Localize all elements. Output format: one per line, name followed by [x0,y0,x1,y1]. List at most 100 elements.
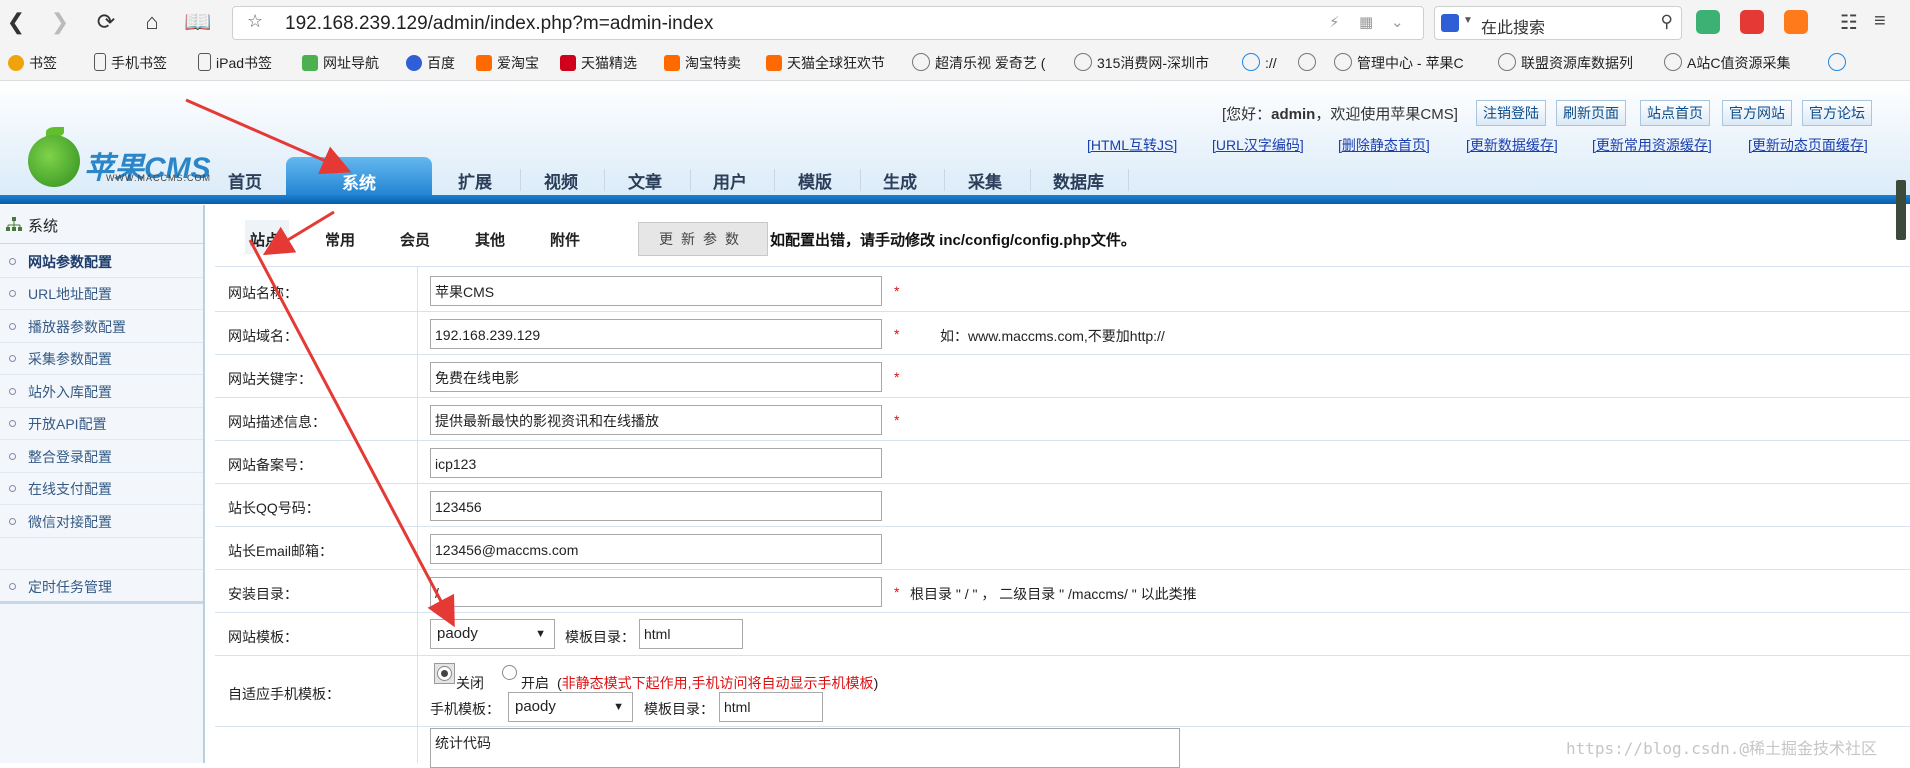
bookmark-item[interactable]: 百度 [406,53,455,73]
qr-icon[interactable]: ▦ [1359,13,1373,31]
bookmark-item[interactable] [1298,53,1321,71]
update-data-cache-link[interactable]: [更新数据缓存] [1466,135,1558,155]
site-qq-input[interactable]: 123456 [430,491,882,521]
globe-icon [912,53,930,71]
nav-tab-database[interactable]: 数据库 [1053,168,1104,193]
caret-down-icon[interactable]: ▼ [1463,15,1473,26]
site-email-input[interactable]: 123456@maccms.com [430,534,882,564]
nav-tab-video[interactable]: 视频 [544,168,578,193]
subtab-member[interactable]: 会员 [400,229,430,250]
site-domain-input[interactable]: 192.168.239.129 [430,319,882,349]
forward-icon[interactable]: ❯ [46,8,74,36]
sidebar-item-wechat-config[interactable]: 微信对接配置 [0,505,203,538]
mobile-off-label: 关闭 [456,675,484,691]
subtab-site[interactable]: 站点 [250,229,280,250]
nav-tab-article[interactable]: 文章 [628,168,662,193]
nav-tab-home[interactable]: 首页 [228,168,262,193]
game-icon[interactable] [1784,10,1808,34]
bookmark-item[interactable]: 联盟资源库数据列 [1498,53,1633,73]
menu-icon[interactable]: ≡ [1874,10,1898,34]
subtab-common[interactable]: 常用 [325,229,355,250]
bookmark-item[interactable]: 管理中心 - 苹果C [1334,53,1464,73]
template-label: 网站模板： [228,629,298,645]
mobile-dir-label: 模板目录： [644,701,714,717]
refresh-page-button[interactable]: 刷新页面 [1556,100,1626,126]
search-box[interactable]: ▼ 在此搜索 ⚲ [1434,6,1682,40]
nav-tab-system[interactable]: 系统 [286,157,432,199]
nav-tab-extension[interactable]: 扩展 [458,168,492,193]
bookmark-item[interactable]: 淘宝特卖 [664,53,741,73]
sidebar-item-player-config[interactable]: 播放器参数配置 [0,310,203,343]
sidebar-item-cron[interactable]: 定时任务管理 [0,569,203,603]
welcome-text: [您好：admin，欢迎使用苹果CMS] [1222,106,1458,123]
home-icon[interactable]: ⌂ [138,8,166,36]
bookmark-item[interactable]: 315消费网-深圳市 [1074,53,1209,73]
update-common-cache-link[interactable]: [更新常用资源缓存] [1592,135,1712,155]
address-bar[interactable]: ☆ 192.168.239.129/admin/index.php?m=admi… [232,6,1424,40]
template-dir-input[interactable]: html [639,619,743,649]
search-icon[interactable]: ⚲ [1661,12,1673,32]
url-text[interactable]: 192.168.239.129/admin/index.php?m=admin-… [285,13,713,35]
sidebar-item-collect-config[interactable]: 采集参数配置 [0,342,203,375]
chevron-down-icon[interactable]: ⌄ [1391,13,1404,31]
site-icp-input[interactable]: icp123 [430,448,882,478]
delete-static-home-link[interactable]: [删除静态首页] [1338,135,1430,155]
bookmark-item[interactable]: 书签 [8,53,57,73]
sidebar-item-api-config[interactable]: 开放API配置 [0,407,203,440]
back-icon[interactable]: ❮ [2,8,30,36]
bookmark-item[interactable]: 天猫精选 [560,53,637,73]
sidebar-item-import-config[interactable]: 站外入库配置 [0,375,203,408]
sidebar-item-login-config[interactable]: 整合登录配置 [0,440,203,473]
reader-icon[interactable]: 📖 [184,8,212,36]
site-name-input[interactable]: 苹果CMS [430,276,882,306]
stats-code-textarea[interactable]: 统计代码 [430,728,1180,768]
bookmark-item[interactable]: 网址导航 [302,53,379,73]
bookmark-item[interactable]: A站C值资源采集 [1664,53,1790,73]
html-to-js-link[interactable]: [HTML互转JS] [1087,135,1177,155]
mobile-off-radio[interactable] [437,666,452,681]
bookmark-item[interactable] [1828,53,1851,71]
update-params-button[interactable]: 更新参数 [638,222,768,256]
sidebar-item-payment-config[interactable]: 在线支付配置 [0,472,203,505]
site-home-button[interactable]: 站点首页 [1640,100,1710,126]
bullet-icon [9,388,16,395]
extension-icon[interactable] [1696,10,1720,34]
template-select[interactable]: paody ▼ [430,619,555,649]
nav-tab-user[interactable]: 用户 [713,168,747,193]
bookmark-item[interactable]: 超清乐视 爱奇艺 ( [912,53,1045,73]
official-site-button[interactable]: 官方网站 [1722,100,1792,126]
mobile-on-radio[interactable] [502,665,517,680]
install-dir-label: 安装目录： [228,586,298,602]
reload-icon[interactable]: ⟳ [92,8,120,36]
star-icon[interactable]: ☆ [247,11,263,32]
update-dynamic-cache-link[interactable]: [更新动态页面缓存] [1748,135,1868,155]
sidebar-item-site-config[interactable]: 网站参数配置 [0,245,203,278]
nav-tab-collect[interactable]: 采集 [968,168,1002,193]
nav-tab-template[interactable]: 模版 [798,168,832,193]
scrollbar-grip[interactable] [1896,180,1906,240]
template-dir-label: 模板目录： [565,629,635,645]
search-input[interactable]: 在此搜索 [1481,14,1545,38]
sidebar-toggle-icon[interactable]: ☷ [1840,10,1864,34]
mobile-dir-input[interactable]: html [719,692,823,722]
sidebar-item-url-config[interactable]: URL地址配置 [0,277,203,310]
bookmark-item[interactable]: iPad书签 [198,53,272,73]
subtab-other[interactable]: 其他 [475,229,505,250]
subtab-attachment[interactable]: 附件 [550,229,580,250]
bookmark-item[interactable]: 爱淘宝 [476,53,539,73]
url-encode-link[interactable]: [URL汉字编码] [1212,135,1304,155]
mobile-template-select[interactable]: paody ▼ [508,692,633,722]
video-icon[interactable] [1740,10,1764,34]
logout-button[interactable]: 注销登陆 [1476,100,1546,126]
bullet-icon [9,355,16,362]
bookmark-item[interactable]: 天猫全球狂欢节 [766,53,885,73]
baidu-icon[interactable] [1441,14,1459,32]
site-desc-input[interactable]: 提供最新最快的影视资讯和在线播放 [430,405,882,435]
site-keywords-input[interactable]: 免费在线电影 [430,362,882,392]
bookmark-item[interactable]: :// [1242,53,1277,71]
nav-tab-generate[interactable]: 生成 [883,168,917,193]
install-dir-input[interactable]: / [430,577,882,607]
bookmark-item[interactable]: 手机书签 [94,53,167,73]
official-forum-button[interactable]: 官方论坛 [1802,100,1872,126]
flash-icon[interactable]: ⚡ [1329,13,1340,31]
